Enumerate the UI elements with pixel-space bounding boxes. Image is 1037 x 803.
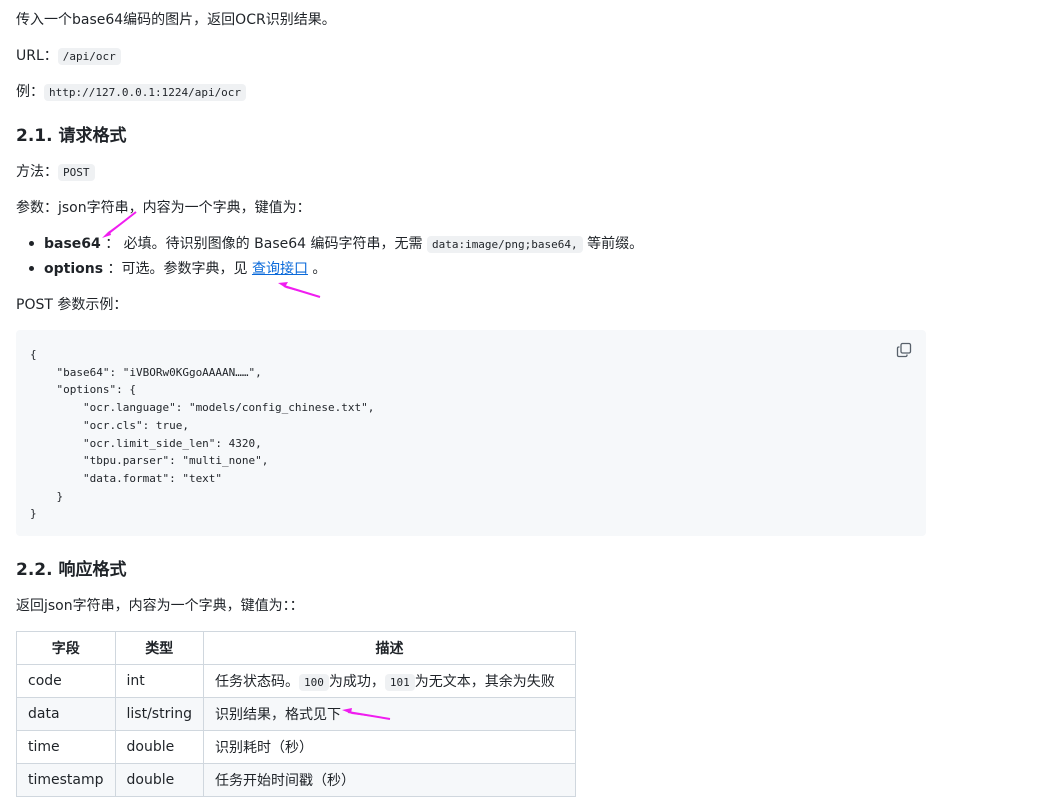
desc-part: 为成功，: [328, 674, 385, 690]
cell-desc: 任务开始时间戳（秒）: [203, 763, 576, 797]
code-line: "ocr.limit_side_len": 4320,: [30, 436, 262, 450]
url-label: URL：: [16, 48, 58, 64]
code-content: { "base64": "iVBORw0KGgoAAAAN……", "optio…: [30, 346, 374, 523]
response-heading: 2.2. 响应格式: [16, 560, 127, 580]
request-heading: 2.1. 请求格式: [16, 126, 127, 146]
method-label: 方法：: [16, 164, 58, 180]
param-sep: ：: [103, 261, 122, 277]
method-line: 方法： POST: [16, 162, 95, 183]
cell-desc: 识别结果，格式见下: [203, 697, 576, 731]
cell-field: time: [16, 730, 116, 764]
code-line: }: [30, 489, 64, 503]
cell-desc: 识别耗时（秒）: [203, 730, 576, 764]
code-line: "data.format": "text": [30, 471, 223, 485]
code-line: "tbpu.parser": "multi_none",: [30, 454, 269, 468]
param-key-options: options: [44, 261, 104, 277]
param-list: base64 ： 必填。待识别图像的 Base64 编码字符串，无需 data:…: [16, 234, 643, 284]
param-desc: 可选。参数字典，见: [121, 261, 252, 277]
table-header-row: 字段 类型 描述: [16, 631, 576, 665]
cell-type: list/string: [114, 697, 205, 731]
param-desc-tail: 。: [307, 261, 327, 277]
desc-part: 为无文本，其余为失败: [414, 674, 555, 690]
cell-field: data: [16, 697, 116, 731]
status-code-100: 100: [299, 674, 329, 691]
cell-type: int: [114, 664, 205, 698]
cell-type: double: [114, 730, 205, 764]
code-block: { "base64": "iVBORw0KGgoAAAAN……", "optio…: [16, 330, 926, 536]
response-table: 字段 类型 描述 code int 任务状态码。 100 为成功， 101 为无文本，其…: [16, 631, 576, 797]
copy-icon: [896, 342, 912, 358]
post-example-title: POST 参数示例：: [16, 297, 128, 313]
code-line: "options": {: [30, 383, 136, 397]
example-code: http://127.0.0.1:1224/api/ocr: [44, 84, 247, 101]
list-item: options ：可选。参数字典，见 查询接口 。: [28, 259, 643, 284]
prefix-code: data:image/png;base64,: [426, 236, 583, 253]
copy-button[interactable]: [896, 342, 914, 360]
column-header-field: 字段: [16, 631, 116, 665]
code-line: "ocr.cls": true,: [30, 418, 189, 432]
column-header-type: 类型: [114, 631, 205, 665]
query-api-link[interactable]: 查询接口: [252, 261, 308, 277]
param-desc-tail: 等前缀。: [582, 236, 644, 252]
example-label: 例：: [16, 84, 44, 100]
table-row: timestamp double 任务开始时间戳（秒）: [16, 763, 576, 797]
code-line: }: [30, 507, 37, 521]
cell-type: double: [114, 763, 205, 797]
code-line: {: [30, 348, 37, 361]
cell-field: timestamp: [16, 763, 116, 797]
table-row: code int 任务状态码。 100 为成功， 101 为无文本，其余为失败: [16, 664, 576, 698]
url-code: /api/ocr: [57, 48, 121, 65]
method-code: POST: [58, 164, 95, 181]
param-sep: ：: [100, 236, 120, 252]
status-code-101: 101: [384, 674, 415, 691]
table-row: data list/string 识别结果，格式见下: [16, 697, 576, 731]
url-line: URL：/api/ocr: [16, 46, 121, 67]
cell-desc: 任务状态码。 100 为成功， 101 为无文本，其余为失败: [203, 664, 576, 698]
example-line: 例： http://127.0.0.1:1224/api/ocr: [16, 82, 247, 103]
code-line: "base64": "iVBORw0KGgoAAAAN……",: [30, 365, 262, 379]
param-desc: 必填。待识别图像的 Base64 编码字符串，无需: [119, 236, 427, 252]
table-row: time double 识别耗时（秒）: [16, 730, 576, 764]
response-desc: 返回json字符串，内容为一个字典，键值为：：: [16, 598, 304, 614]
desc-part: 任务状态码。: [215, 674, 299, 690]
cell-field: code: [16, 664, 116, 698]
params-text: 参数：json字符串，内容为一个字典，键值为：: [16, 200, 311, 216]
intro-text: 传入一个base64编码的图片，返回OCR识别结果。: [16, 12, 336, 28]
code-line: "ocr.language": "models/config_chinese.t…: [30, 401, 375, 415]
column-header-desc: 描述: [203, 631, 576, 665]
list-item: base64 ： 必填。待识别图像的 Base64 编码字符串，无需 data:…: [28, 234, 644, 259]
param-key-base64: base64: [44, 236, 101, 252]
